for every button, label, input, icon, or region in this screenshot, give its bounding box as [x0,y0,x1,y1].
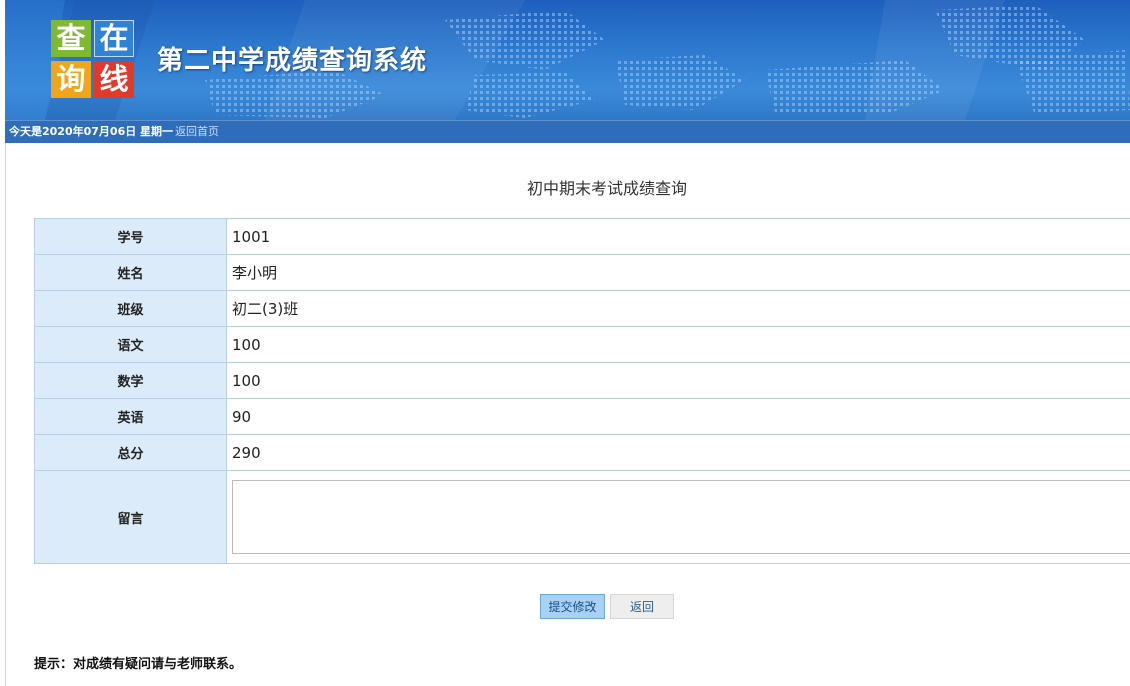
table-row: 数学 100 [34,362,1130,399]
date-bar: 今天是2020年07月06日 星期一 返回首页 [5,120,1130,143]
field-label: 语文 [34,326,227,363]
current-date: 今天是2020年07月06日 星期一 [9,125,174,138]
field-label: 学号 [34,218,227,255]
field-label: 总分 [34,434,227,471]
header-banner: 查 在 询 线 第二中学成绩查询系统 [5,0,1130,120]
logo-char: 在 [94,20,134,57]
logo-char: 查 [51,20,91,57]
message-cell [226,470,1130,564]
math-score-value: 100 [226,362,1130,399]
table-row: 学号 1001 [34,218,1130,255]
logo-char: 线 [94,61,134,98]
table-row: 班级 初二(3)班 [34,290,1130,327]
table-row: 姓名 李小明 [34,254,1130,291]
logo-char: 询 [51,61,91,98]
english-score-value: 90 [226,398,1130,435]
table-row: 总分 290 [34,434,1130,471]
form-title: 初中期末考试成绩查询 [526,179,687,198]
field-label: 数学 [34,362,227,399]
home-link[interactable]: 返回首页 [175,125,219,138]
field-label: 班级 [34,290,227,327]
table-row: 英语 90 [34,398,1130,435]
back-button[interactable]: 返回 [610,594,674,619]
total-score-value: 290 [226,434,1130,471]
chinese-score-value: 100 [226,326,1130,363]
student-name-value: 李小明 [226,254,1130,291]
submit-changes-button[interactable]: 提交修改 [540,594,605,619]
score-table: 学号 1001 姓名 李小明 班级 初二(3)班 语文 100 数学 100 英… [34,218,1130,564]
class-value: 初二(3)班 [226,290,1130,327]
field-label: 留言 [34,470,227,564]
table-row: 语文 100 [34,326,1130,363]
tip-text: 提示：对成绩有疑问请与老师联系。 [34,657,243,672]
field-label: 英语 [34,398,227,435]
table-row: 留言 [34,470,1130,564]
field-label: 姓名 [34,254,227,291]
student-id-value: 1001 [226,218,1130,255]
page: 查 在 询 线 第二中学成绩查询系统 今天是2020年07月06日 星期一 返回首… [0,0,1130,686]
message-textarea[interactable] [232,480,1130,554]
site-title: 第二中学成绩查询系统 [157,46,428,76]
page-border [5,143,6,686]
site-logo: 查 在 询 线 [51,20,135,98]
